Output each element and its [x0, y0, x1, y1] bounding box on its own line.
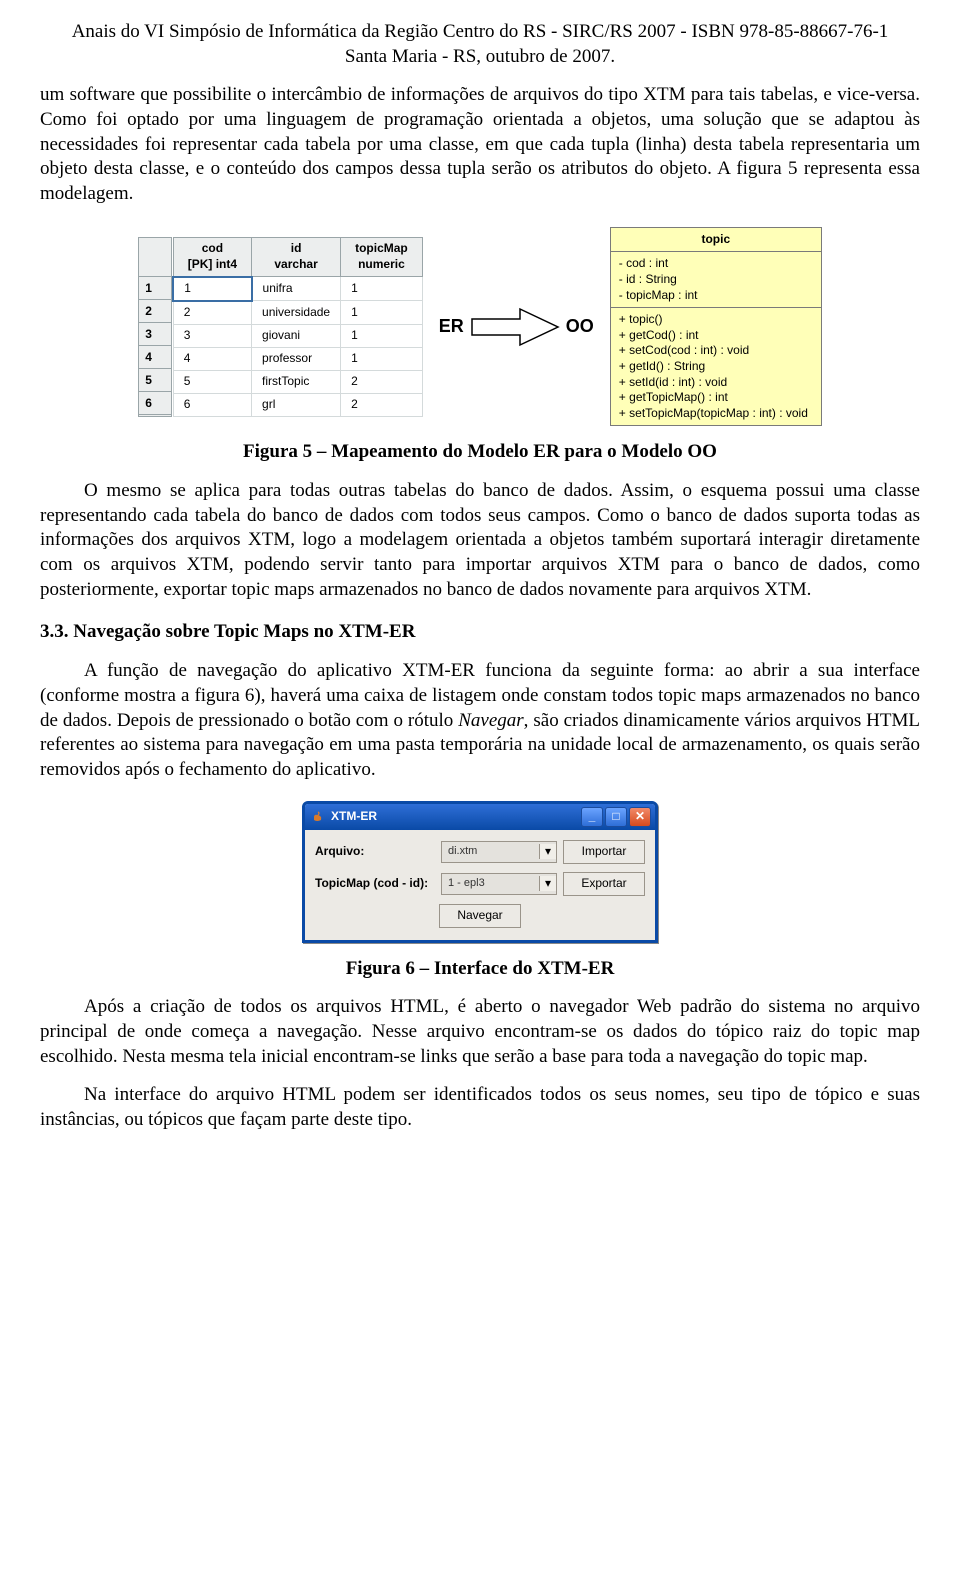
row-num: 3	[139, 323, 171, 346]
table-row: 1 unifra 1	[173, 277, 422, 301]
paragraph-4: Após a criação de todos os arquivos HTML…	[40, 995, 920, 1069]
row-num: 5	[139, 369, 171, 392]
table-row: 2 universidade 1	[173, 301, 422, 325]
paragraph-2: O mesmo se aplica para todas outras tabe…	[40, 479, 920, 602]
row-num: 4	[139, 346, 171, 369]
header-line-1: Anais do VI Simpósio de Informática da R…	[40, 20, 920, 45]
table-row: 3 giovani 1	[173, 324, 422, 347]
topicmap-value: 1 - epl3	[442, 876, 539, 890]
uml-operations: + topic() + getCod() : int + setCod(cod …	[611, 308, 821, 425]
exportar-button[interactable]: Exportar	[563, 872, 645, 896]
uml-class-name: topic	[611, 228, 821, 253]
figure-6-window: XTM-ER _ □ ✕ Arquivo: di.xtm ▾ Importar …	[302, 801, 658, 943]
header-line-2: Santa Maria - RS, outubro de 2007.	[40, 45, 920, 70]
window-titlebar: XTM-ER _ □ ✕	[305, 804, 655, 830]
er-table-wrap: 1 2 3 4 5 6 cod[PK] int4 idvarchar topic…	[138, 237, 423, 417]
maximize-button[interactable]: □	[605, 807, 627, 827]
section-3-3-title: 3.3. Navegação sobre Topic Maps no XTM-E…	[40, 620, 920, 645]
minimize-button[interactable]: _	[581, 807, 603, 827]
row-number-column: 1 2 3 4 5 6	[138, 237, 172, 417]
arrow-icon	[470, 305, 560, 349]
paragraph-5: Na interface do arquivo HTML podem ser i…	[40, 1083, 920, 1132]
row-num: 6	[139, 392, 171, 415]
er-col-cod: cod[PK] int4	[173, 237, 251, 277]
figure-6-caption: Figura 6 – Interface do XTM-ER	[40, 957, 920, 982]
chevron-down-icon[interactable]: ▾	[539, 844, 556, 860]
table-row: 6 grl 2	[173, 393, 422, 416]
figure-5-caption: Figura 5 – Mapeamento do Modelo ER para …	[40, 440, 920, 465]
topicmap-label: TopicMap (cod - id):	[315, 876, 435, 892]
row-num: 1	[139, 277, 171, 300]
paragraph-1: um software que possibilite o intercâmbi…	[40, 83, 920, 206]
figure-5: 1 2 3 4 5 6 cod[PK] int4 idvarchar topic…	[40, 227, 920, 427]
paragraph-3: A função de navegação do aplicativo XTM-…	[40, 659, 920, 782]
uml-class-box: topic - cod : int - id : String - topicM…	[610, 227, 822, 427]
arquivo-label: Arquivo:	[315, 844, 435, 860]
arquivo-combo[interactable]: di.xtm ▾	[441, 841, 557, 863]
java-icon	[311, 810, 325, 824]
close-button[interactable]: ✕	[629, 807, 651, 827]
topicmap-combo[interactable]: 1 - epl3 ▾	[441, 873, 557, 895]
er-col-id: idvarchar	[252, 237, 341, 277]
er-col-topicmap: topicMapnumeric	[341, 237, 423, 277]
table-row: 5 firstTopic 2	[173, 370, 422, 393]
er-label: ER	[439, 315, 464, 338]
arquivo-value: di.xtm	[442, 844, 539, 858]
window-title: XTM-ER	[331, 809, 377, 825]
table-row: 4 professor 1	[173, 347, 422, 370]
navegar-button[interactable]: Navegar	[439, 904, 521, 928]
uml-attributes: - cod : int - id : String - topicMap : i…	[611, 252, 821, 308]
chevron-down-icon[interactable]: ▾	[539, 876, 556, 892]
er-table: cod[PK] int4 idvarchar topicMapnumeric 1…	[172, 237, 423, 417]
row-num: 2	[139, 300, 171, 323]
oo-label: OO	[566, 315, 594, 338]
er-to-oo-arrow: ER OO	[439, 305, 594, 349]
importar-button[interactable]: Importar	[563, 840, 645, 864]
